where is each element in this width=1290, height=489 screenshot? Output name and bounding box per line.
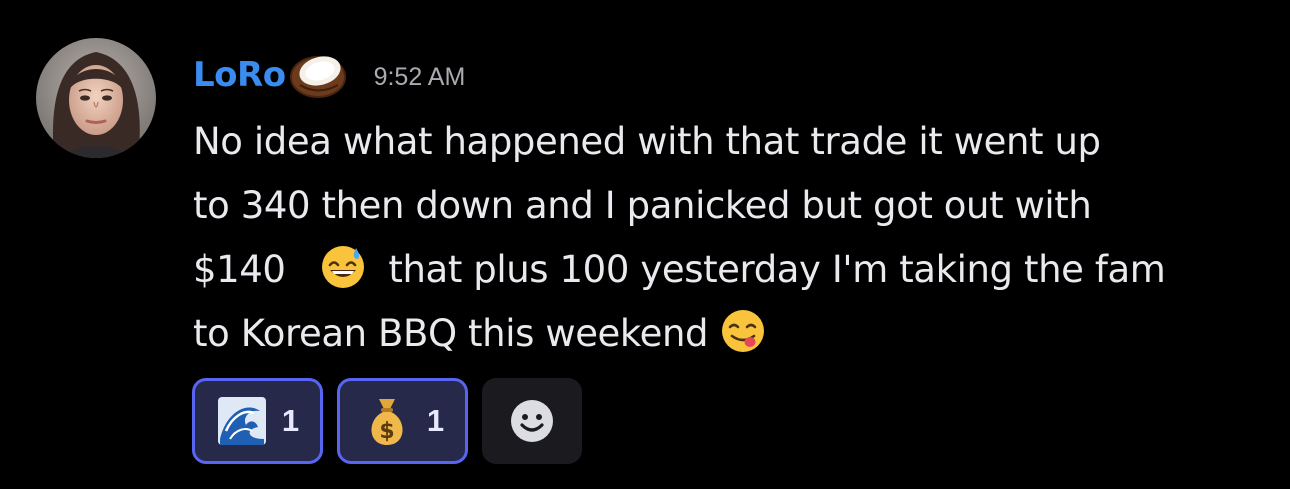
message-line: to Korean BBQ this weekend — [193, 302, 1273, 366]
wave-icon — [217, 397, 266, 445]
avatar-image — [36, 38, 156, 158]
message-line: $140 that plus 100 yesterday I'm taking … — [193, 238, 1273, 302]
coconut-icon — [288, 50, 348, 100]
username[interactable]: LoRo — [193, 55, 286, 95]
message-text: that plus 100 yesterday I'm taking the f… — [388, 248, 1166, 291]
money-bag-icon: $ — [371, 399, 403, 445]
reaction-money-bag[interactable]: $ 1 — [337, 378, 468, 464]
message-text: $140 — [193, 248, 286, 291]
message-text: to Korean BBQ this weekend — [193, 312, 709, 355]
reaction-bar: 1 $ 1 — [192, 378, 582, 464]
message-line: to 340 then down and I panicked but got … — [193, 184, 1092, 227]
message-content: No idea what happened with that trade it… — [193, 110, 1273, 366]
chat-message: LoRo 9:52 AM No idea what happened with … — [0, 0, 1290, 489]
grinning-sweat-icon — [320, 244, 366, 290]
message-line: No idea what happened with that trade it… — [193, 120, 1101, 163]
yum-face-icon — [720, 308, 766, 354]
add-reaction-button[interactable] — [482, 378, 582, 464]
smiley-face-icon — [511, 400, 553, 442]
timestamp: 9:52 AM — [373, 62, 466, 91]
reaction-count: 1 — [281, 403, 300, 438]
message-header: LoRo 9:52 AM — [193, 50, 465, 100]
svg-text:$: $ — [379, 419, 394, 444]
reaction-count: 1 — [426, 403, 445, 438]
reaction-wave[interactable]: 1 — [192, 378, 323, 464]
avatar[interactable] — [36, 38, 156, 158]
